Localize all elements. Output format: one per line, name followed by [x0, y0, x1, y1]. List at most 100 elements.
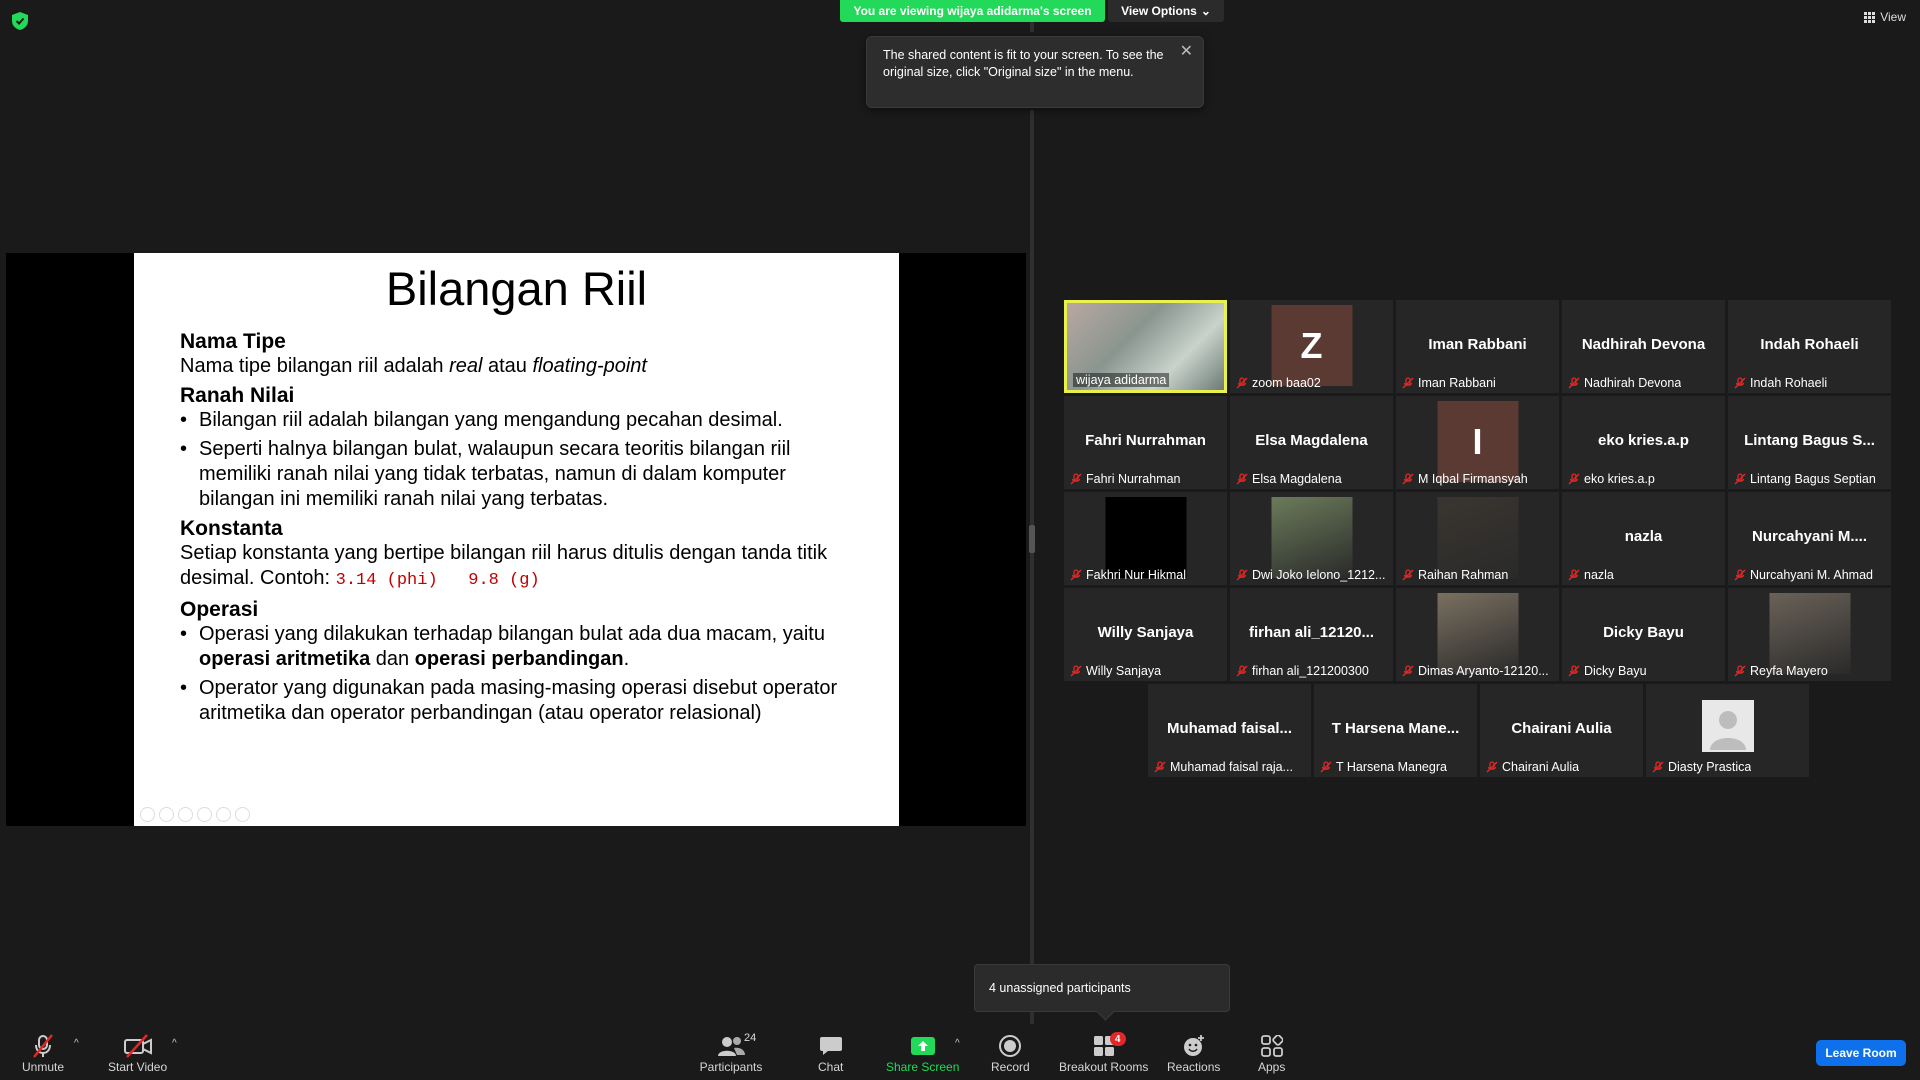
participant-name: firhan ali_121200300 [1252, 664, 1369, 678]
participant-tile[interactable]: Dicky Bayu Dicky Bayu [1562, 588, 1725, 681]
participant-name-label: Raihan Rahman [1402, 568, 1508, 582]
operasi-1-mid: dan [370, 648, 415, 670]
participant-name-label: Lintang Bagus Septian [1734, 472, 1876, 486]
chat-label: Chat [818, 1060, 844, 1074]
participant-name-label: Dimas Aryanto-12120... [1402, 664, 1549, 678]
slide-controls [140, 807, 250, 822]
splitter-top [1030, 22, 1034, 32]
heading-nama-tipe: Nama Tipe [180, 330, 286, 353]
zoom-icon[interactable] [216, 807, 231, 822]
tooltip-text: The shared content is fit to your screen… [883, 48, 1164, 79]
nama-tipe-text: Nama tipe bilangan riil adalah real atau… [180, 354, 860, 379]
view-layout-button[interactable]: View [1864, 10, 1906, 24]
participant-tile[interactable]: Muhamad faisal... Muhamad faisal raja... [1148, 684, 1311, 777]
participant-name: T Harsena Manegra [1336, 760, 1447, 774]
participant-name-label: Reyfa Mayero [1734, 664, 1828, 678]
participant-name-label: Elsa Magdalena [1236, 472, 1342, 486]
next-slide-icon[interactable] [159, 807, 174, 822]
audio-options-caret-icon[interactable]: ^ [74, 1038, 79, 1049]
slide-body: Nama Tipe Nama tipe bilangan riil adalah… [180, 327, 860, 730]
participants-button[interactable]: 24 Participants [696, 1032, 766, 1074]
participant-tile[interactable]: Reyfa Mayero [1728, 588, 1891, 681]
participant-tile[interactable]: Chairani Aulia Chairani Aulia [1480, 684, 1643, 777]
participant-name: Fahri Nurrahman [1086, 472, 1181, 486]
participant-tile[interactable]: nazla nazla [1562, 492, 1725, 585]
participant-tile[interactable]: Lintang Bagus S... Lintang Bagus Septian [1728, 396, 1891, 489]
participant-tile[interactable]: Willy Sanjaya Willy Sanjaya [1064, 588, 1227, 681]
participant-tile[interactable]: Indah Rohaeli Indah Rohaeli [1728, 300, 1891, 393]
reactions-button[interactable]: Reactions [1167, 1032, 1220, 1074]
unmute-button[interactable]: Unmute [22, 1032, 64, 1074]
participant-tile[interactable]: Iman Rabbani Iman Rabbani [1396, 300, 1559, 393]
operasi-1-pre: Operasi yang dilakukan terhadap bilangan… [199, 623, 825, 645]
participant-tile[interactable]: Dwi Joko Ielono_1212... [1230, 492, 1393, 585]
participant-tile[interactable]: Zzoom baa02 [1230, 300, 1393, 393]
participant-tile[interactable]: T Harsena Mane... T Harsena Manegra [1314, 684, 1477, 777]
apps-icon [1260, 1035, 1283, 1057]
participant-name: eko kries.a.p [1584, 472, 1655, 486]
participant-tile[interactable]: Diasty Prastica [1646, 684, 1809, 777]
participant-name-label: Indah Rohaeli [1734, 376, 1827, 390]
splitter-handle[interactable] [1029, 525, 1035, 553]
prev-slide-icon[interactable] [140, 807, 155, 822]
apps-button[interactable]: Apps [1258, 1032, 1285, 1074]
record-button[interactable]: Record [991, 1032, 1030, 1074]
microphone-muted-icon [1402, 665, 1414, 677]
microphone-muted-icon [1236, 473, 1248, 485]
pen-icon[interactable] [178, 807, 193, 822]
microphone-muted-icon [1568, 665, 1580, 677]
participant-photo [1271, 497, 1352, 578]
apps-label: Apps [1258, 1060, 1286, 1074]
participant-tile[interactable]: Elsa Magdalena Elsa Magdalena [1230, 396, 1393, 489]
participant-name: Iman Rabbani [1418, 376, 1496, 390]
participant-tile[interactable]: Fahri Nurrahman Fahri Nurrahman [1064, 396, 1227, 489]
participant-display-name: Chairani Aulia [1511, 720, 1612, 737]
ranah-list: Bilangan riil adalah bilangan yang menga… [180, 408, 860, 512]
participant-tile[interactable]: wijaya adidarma [1064, 300, 1227, 393]
participant-name-label: Diasty Prastica [1652, 760, 1751, 774]
operasi-list: Operasi yang dilakukan terhadap bilangan… [180, 622, 860, 726]
participant-name-label: Chairani Aulia [1486, 760, 1579, 774]
participant-tile[interactable]: IM Iqbal Firmansyah [1396, 396, 1559, 489]
participant-tile[interactable]: Raihan Rahman [1396, 492, 1559, 585]
leave-room-button[interactable]: Leave Room [1816, 1040, 1906, 1066]
participant-tile[interactable]: eko kries.a.p eko kries.a.p [1562, 396, 1725, 489]
microphone-muted-icon [1402, 473, 1414, 485]
nama-tipe-pre: Nama tipe bilangan riil adalah [180, 355, 450, 377]
participants-label: Participants [699, 1060, 763, 1074]
participant-photo [1437, 593, 1518, 674]
share-screen-button[interactable]: Share Screen [886, 1032, 959, 1074]
participant-name: Lintang Bagus Septian [1750, 472, 1876, 486]
operasi-item-2: Operator yang digunakan pada masing-masi… [180, 676, 860, 726]
view-options-button[interactable]: View Options ⌄ [1108, 0, 1224, 22]
share-options-caret-icon[interactable]: ^ [955, 1038, 960, 1049]
participant-name-label: zoom baa02 [1236, 376, 1321, 390]
video-options-caret-icon[interactable]: ^ [172, 1038, 177, 1049]
participant-name: M Iqbal Firmansyah [1418, 472, 1528, 486]
participant-tile[interactable]: Dimas Aryanto-12120... [1396, 588, 1559, 681]
participant-tile[interactable]: Nadhirah Devona Nadhirah Devona [1562, 300, 1725, 393]
participant-name: Muhamad faisal raja... [1170, 760, 1293, 774]
participant-photo [1437, 497, 1518, 578]
security-shield-icon[interactable] [12, 12, 28, 30]
participant-name-label: firhan ali_121200300 [1236, 664, 1369, 678]
participant-name-label: Fakhri Nur Hikmal [1070, 568, 1186, 582]
participant-tile[interactable]: firhan ali_12120... firhan ali_121200300 [1230, 588, 1393, 681]
participant-name: wijaya adidarma [1073, 373, 1170, 387]
layout-splitter[interactable] [1030, 110, 1034, 1030]
operasi-1-end: . [623, 648, 630, 670]
participant-tile[interactable]: Fakhri Nur Hikmal [1064, 492, 1227, 585]
start-video-button[interactable]: Start Video [108, 1032, 167, 1074]
more-icon[interactable] [235, 807, 250, 822]
microphone-muted-icon [1486, 761, 1498, 773]
chat-button[interactable]: Chat [818, 1032, 843, 1074]
participant-display-name: eko kries.a.p [1598, 432, 1689, 449]
participant-display-name: Dicky Bayu [1603, 624, 1684, 641]
view-options-label: View Options [1121, 4, 1197, 18]
participant-name: Nadhirah Devona [1584, 376, 1682, 390]
participant-tile[interactable]: Nurcahyani M.... Nurcahyani M. Ahmad [1728, 492, 1891, 585]
breakout-rooms-button[interactable]: 4 Breakout Rooms [1059, 1032, 1148, 1074]
microphone-muted-icon [1236, 665, 1248, 677]
slides-icon[interactable] [197, 807, 212, 822]
close-icon[interactable]: ✕ [1180, 43, 1193, 60]
